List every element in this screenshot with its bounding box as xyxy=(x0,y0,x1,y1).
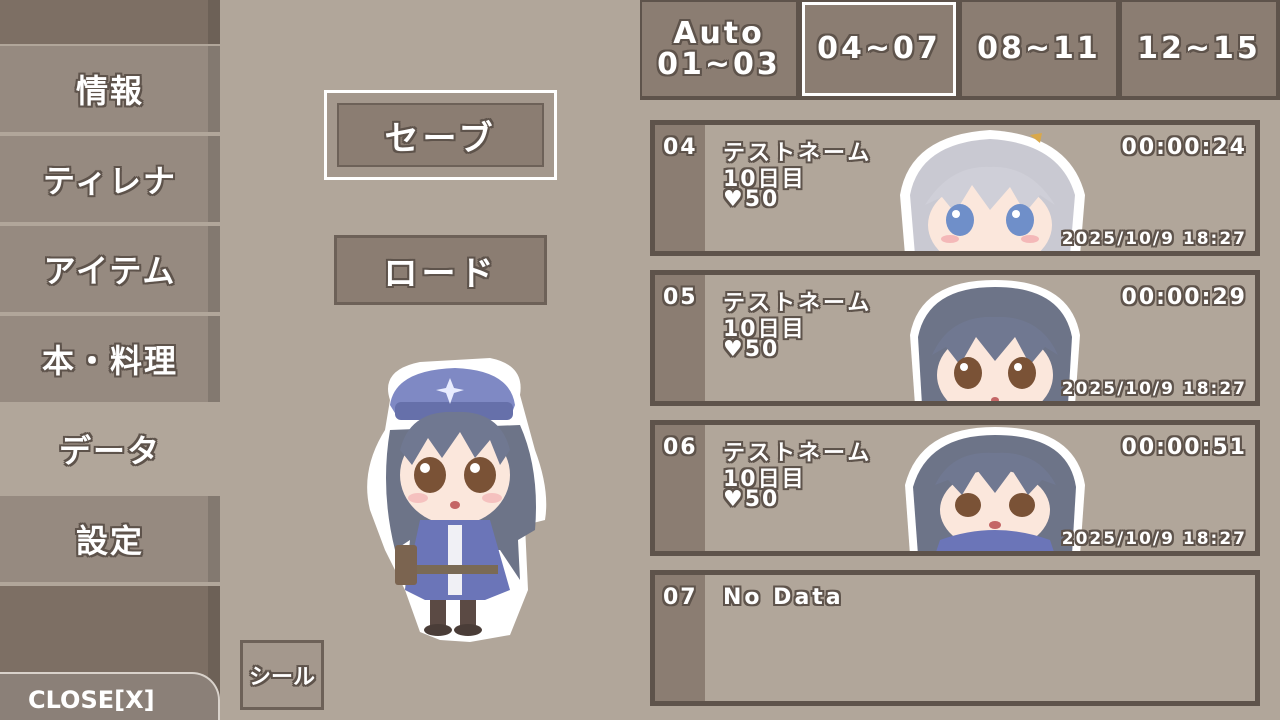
tab-08-11[interactable]: 08~11 xyxy=(962,2,1116,96)
save-slot-06[interactable]: 06 テストネーム 10日目 ♥50 00:00:51 2025/10/9 18… xyxy=(650,420,1260,556)
sidebar-item-label: ティレナ xyxy=(42,162,178,200)
sidebar-item-data[interactable]: データ xyxy=(0,406,220,492)
save-slot-05[interactable]: 05 テストネーム 10日目 ♥50 00:00:29 2025/10/9 18… xyxy=(650,270,1260,406)
tab-label-range: 01~03 xyxy=(657,47,781,82)
slot-playtime: 00:00:29 xyxy=(1121,285,1247,310)
slot-affection: ♥50 xyxy=(723,187,780,212)
seal-label: シール xyxy=(248,665,315,690)
sidebar-item-settings[interactable]: 設定 xyxy=(0,496,220,582)
sidebar-item-tirena[interactable]: ティレナ xyxy=(0,136,220,222)
slot-playtime: 00:00:51 xyxy=(1121,435,1247,460)
slot-page-tabs: Auto 01~03 04~07 08~11 12~15 xyxy=(640,0,1280,100)
sidebar-item-label: データ xyxy=(58,432,161,470)
slot-affection: ♥50 xyxy=(723,487,780,512)
load-label: ロード xyxy=(383,253,498,294)
save-label: セーブ xyxy=(384,118,497,159)
tab-label: 12~15 xyxy=(1137,31,1261,67)
sidebar-item-info[interactable]: 情報 xyxy=(0,46,220,132)
slot-timestamp: 2025/10/9 18:27 xyxy=(1061,529,1247,549)
tab-12-15[interactable]: 12~15 xyxy=(1122,2,1276,96)
sidebar-item-label: 設定 xyxy=(75,522,144,560)
sidebar-item-label: アイテム xyxy=(43,252,177,290)
save-button[interactable]: セーブ xyxy=(324,90,557,180)
slot-empty-label: No Data xyxy=(723,585,844,610)
slot-timestamp: 2025/10/9 18:27 xyxy=(1061,229,1247,249)
slot-affection: ♥50 xyxy=(723,337,780,362)
tab-auto-01-03[interactable]: Auto 01~03 xyxy=(642,2,796,96)
slot-number: 05 xyxy=(663,285,698,310)
slot-playtime: 00:00:24 xyxy=(1121,135,1247,160)
load-button[interactable]: ロード xyxy=(334,235,547,305)
slot-number: 07 xyxy=(663,585,698,610)
sidebar-item-label: 本・料理 xyxy=(41,342,178,380)
character-sprite xyxy=(367,358,547,642)
sidebar-menu: 情報 ティレナ アイテム 本・料理 データ 設定 CLOSE[X] xyxy=(0,0,220,720)
tab-04-07[interactable]: 04~07 xyxy=(802,2,956,96)
close-button[interactable]: CLOSE[X] xyxy=(0,672,220,720)
tab-label: 08~11 xyxy=(977,31,1101,67)
save-slot-07[interactable]: 07 No Data xyxy=(650,570,1260,706)
tab-label: Auto xyxy=(673,15,765,51)
slot-number: 04 xyxy=(663,135,698,160)
sidebar-item-books-cooking[interactable]: 本・料理 xyxy=(0,316,220,402)
slot-number: 06 xyxy=(663,435,698,460)
seal-button[interactable]: シール xyxy=(240,640,324,710)
tab-label: 04~07 xyxy=(817,31,941,67)
save-slot-04[interactable]: 04 テストネーム 10日目 ♥50 00:00:24 2025/10/9 18… xyxy=(650,120,1260,256)
sidebar-header xyxy=(0,0,220,44)
sidebar-item-label: 情報 xyxy=(75,72,144,110)
sidebar-item-items[interactable]: アイテム xyxy=(0,226,220,312)
close-label: CLOSE[X] xyxy=(28,686,155,714)
slot-timestamp: 2025/10/9 18:27 xyxy=(1061,379,1247,399)
